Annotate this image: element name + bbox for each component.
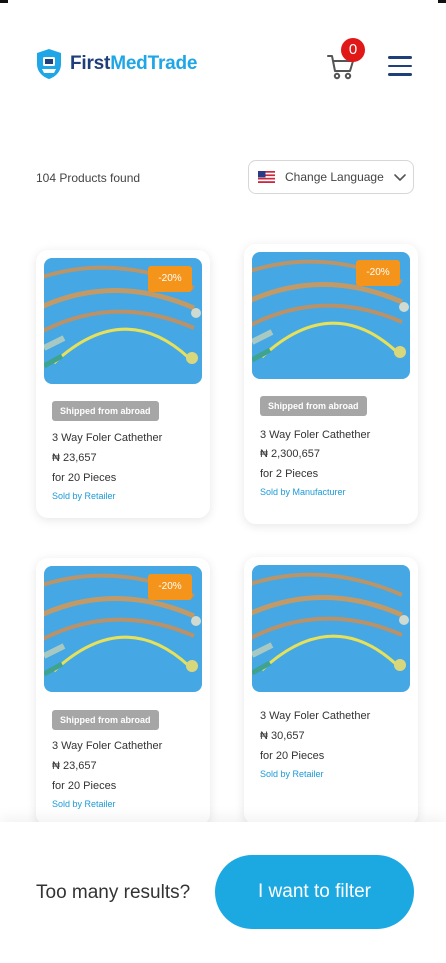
filter-button[interactable]: I want to filter bbox=[215, 855, 414, 929]
product-name[interactable]: 3 Way Foler Cathether bbox=[260, 710, 370, 722]
catheter-image bbox=[252, 572, 409, 676]
seller-type: Sold by Retailer bbox=[52, 799, 116, 809]
product-quantity: for 20 Pieces bbox=[260, 750, 325, 762]
logo-shield-icon bbox=[37, 49, 61, 79]
product-quantity: for 2 Pieces bbox=[260, 468, 319, 480]
seller-type: Sold by Retailer bbox=[260, 769, 324, 779]
us-flag-icon bbox=[258, 171, 275, 183]
app-header: FirstMedTrade 0 bbox=[0, 0, 446, 130]
change-language-label: Change Language bbox=[285, 170, 384, 184]
product-name[interactable]: 3 Way Foler Cathether bbox=[52, 740, 162, 752]
product-image[interactable]: -20% bbox=[252, 252, 410, 379]
product-image[interactable]: -20% bbox=[44, 258, 202, 384]
brand-logo[interactable]: FirstMedTrade bbox=[36, 48, 197, 80]
product-image[interactable] bbox=[252, 565, 410, 692]
shipped-from-abroad-tag: Shipped from abroad bbox=[260, 396, 367, 416]
product-price: ₦ 2,300,657 bbox=[260, 448, 320, 460]
product-price: ₦ 30,657 bbox=[260, 730, 305, 742]
product-name[interactable]: 3 Way Foler Cathether bbox=[260, 429, 370, 441]
discount-badge: -20% bbox=[356, 260, 400, 286]
seller-type: Sold by Retailer bbox=[52, 491, 116, 501]
product-card[interactable]: -20% Shipped from abroad 3 Way Foler Cat… bbox=[244, 244, 418, 524]
change-language-dropdown[interactable]: Change Language bbox=[248, 160, 414, 194]
shipped-from-abroad-tag: Shipped from abroad bbox=[52, 710, 159, 730]
shipped-from-abroad-tag: Shipped from abroad bbox=[52, 401, 159, 421]
discount-badge: -20% bbox=[148, 266, 192, 292]
filter-footer: Too many results? I want to filter bbox=[0, 822, 446, 963]
products-found-count: 104 Products found bbox=[36, 171, 141, 185]
hamburger-menu-icon[interactable] bbox=[388, 56, 412, 76]
logo-medtrade: MedTrade bbox=[110, 53, 198, 74]
discount-badge: -20% bbox=[148, 574, 192, 600]
product-image[interactable]: -20% bbox=[44, 566, 202, 692]
product-name[interactable]: 3 Way Foler Cathether bbox=[52, 432, 162, 444]
logo-first: First bbox=[70, 53, 111, 74]
seller-type: Sold by Manufacturer bbox=[260, 487, 346, 497]
product-card[interactable]: -20% Shipped from abroad 3 Way Foler Cat… bbox=[36, 250, 210, 518]
product-card[interactable]: -20% Shipped from abroad 3 Way Foler Cat… bbox=[36, 558, 210, 826]
product-quantity: for 20 Pieces bbox=[52, 472, 117, 484]
too-many-results-text: Too many results? bbox=[36, 882, 191, 903]
chevron-down-icon bbox=[393, 174, 406, 181]
cart-count-badge: 0 bbox=[341, 38, 365, 62]
product-quantity: for 20 Pieces bbox=[52, 780, 117, 792]
logo-wordmark: FirstMedTrade bbox=[70, 53, 197, 75]
product-price: ₦ 23,657 bbox=[52, 452, 97, 464]
product-price: ₦ 23,657 bbox=[52, 760, 97, 772]
product-card[interactable]: 3 Way Foler Cathether ₦ 30,657 for 20 Pi… bbox=[244, 557, 418, 825]
